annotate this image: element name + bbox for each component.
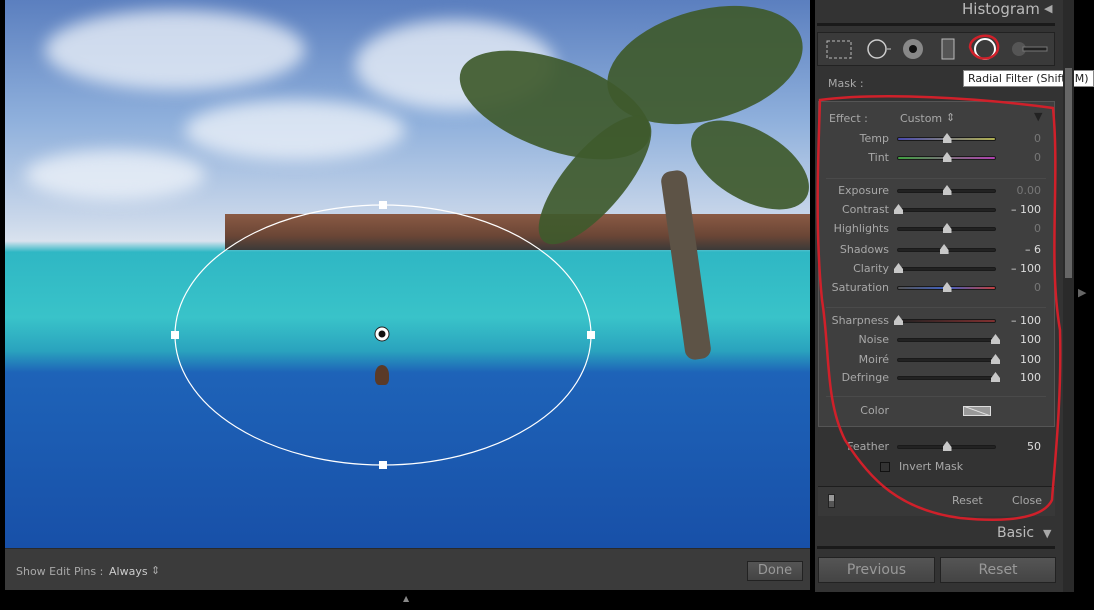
slider-label: Moiré: [858, 353, 889, 366]
histogram-header[interactable]: Histogram: [962, 0, 1040, 18]
slider-label: Temp: [859, 132, 889, 145]
slider-temp[interactable]: [897, 133, 996, 143]
slider-value[interactable]: 100: [990, 333, 1041, 346]
slider-noise[interactable]: [897, 334, 1000, 344]
slider-value[interactable]: – 100: [990, 262, 1041, 275]
slider-label: Clarity: [853, 262, 889, 275]
slider-label: Sharpness: [831, 314, 889, 327]
bottom-toolbar: Show Edit Pins : Always ⇕ Done: [5, 548, 810, 590]
radial-filter-overlay[interactable]: [5, 0, 810, 548]
slider-exposure[interactable]: [897, 185, 996, 195]
slider-value[interactable]: 0: [990, 281, 1041, 294]
slider-label: Noise: [858, 333, 889, 346]
slider-label: Tint: [868, 151, 889, 164]
crop-overlay-icon: [826, 40, 852, 59]
panel-switch-icon[interactable]: [828, 494, 835, 508]
slider-label: Highlights: [833, 222, 889, 235]
radial-filter-icon: [974, 38, 996, 60]
spot-removal-icon: [867, 39, 887, 59]
previous-button[interactable]: Previous: [818, 557, 935, 583]
panel-scrollbar[interactable]: [1063, 0, 1074, 592]
slider-label: Defringe: [841, 371, 889, 384]
collapse-icon[interactable]: ◀: [1044, 2, 1052, 15]
slider-defringe[interactable]: [897, 372, 1000, 382]
done-button[interactable]: Done: [747, 561, 803, 581]
effect-label: Effect :: [829, 112, 868, 125]
handle-top: [379, 201, 387, 209]
slider-clarity[interactable]: [894, 263, 996, 273]
slider-label: Contrast: [841, 203, 889, 216]
invert-mask-label: Invert Mask: [899, 460, 964, 473]
show-edit-pins-label: Show Edit Pins :: [16, 565, 104, 578]
handle-right: [587, 331, 595, 339]
basic-expand-icon[interactable]: ▼: [1043, 527, 1051, 540]
show-edit-pins-select[interactable]: Always: [109, 565, 148, 578]
photo-canvas[interactable]: [5, 0, 810, 548]
feather-label: Feather: [847, 440, 889, 453]
filmstrip-toggle-icon[interactable]: ▲: [403, 594, 409, 603]
effect-select[interactable]: Custom: [900, 112, 942, 125]
invert-mask-checkbox[interactable]: [880, 462, 890, 472]
graduated-filter-icon: [941, 38, 955, 60]
slider-highlights[interactable]: [897, 223, 996, 233]
slider-value[interactable]: – 100: [990, 203, 1041, 216]
slider-label: Exposure: [838, 184, 889, 197]
handle-left: [171, 331, 179, 339]
slider-saturation[interactable]: [897, 282, 996, 292]
slider-value[interactable]: 0: [990, 132, 1041, 145]
slider-shadows[interactable]: [897, 244, 996, 254]
basic-header[interactable]: Basic: [997, 525, 1034, 541]
slider-label: Saturation: [831, 281, 889, 294]
feather-slider[interactable]: [897, 441, 996, 451]
mask-label: Mask :: [828, 77, 864, 90]
slider-value[interactable]: – 100: [990, 314, 1041, 327]
effect-collapse-icon[interactable]: ▼: [1034, 110, 1042, 123]
slider-moiré[interactable]: [897, 354, 1000, 364]
color-label: Color: [860, 404, 889, 417]
slider-value[interactable]: 0: [990, 222, 1041, 235]
handle-bottom: [379, 461, 387, 469]
right-panel-toggle-icon[interactable]: ▶: [1078, 286, 1086, 299]
slider-value[interactable]: – 6: [990, 243, 1041, 256]
slider-contrast[interactable]: [894, 204, 996, 214]
reset-button[interactable]: Reset: [952, 494, 983, 507]
feather-value[interactable]: 50: [990, 440, 1041, 453]
slider-value[interactable]: 0.00: [990, 184, 1042, 197]
slider-value[interactable]: 100: [990, 353, 1041, 366]
close-button[interactable]: Close: [1012, 494, 1042, 507]
reset-all-button[interactable]: Reset: [940, 557, 1056, 583]
color-swatch[interactable]: [963, 406, 991, 416]
slider-sharpness[interactable]: [894, 315, 996, 325]
slider-label: Shadows: [839, 243, 889, 256]
select-arrows-icon: ⇕: [151, 564, 161, 577]
slider-tint[interactable]: [897, 152, 996, 162]
slider-value[interactable]: 0: [990, 151, 1041, 164]
slider-value[interactable]: 100: [990, 371, 1041, 384]
